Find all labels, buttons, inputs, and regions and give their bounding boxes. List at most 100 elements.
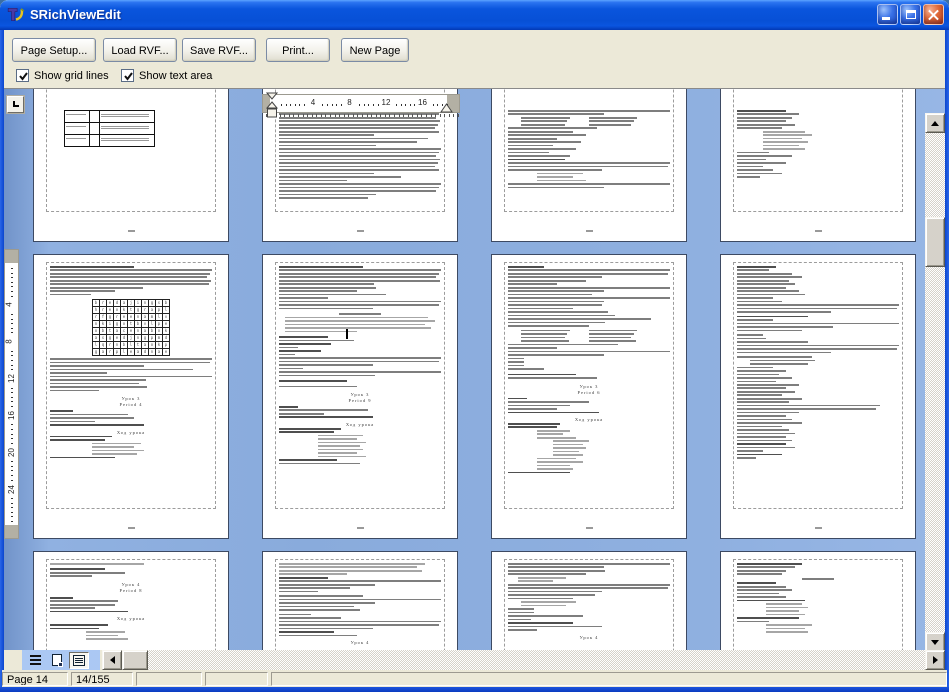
- list-view-icon: [30, 654, 41, 666]
- maximize-button[interactable]: [900, 4, 921, 25]
- text-line: [737, 370, 786, 372]
- text-line: [508, 308, 573, 310]
- text-line: [279, 368, 303, 370]
- horizontal-ruler[interactable]: 481216: [262, 94, 460, 113]
- text-line: [766, 624, 811, 626]
- centered-line: [802, 578, 834, 580]
- page-setup-button[interactable]: Page Setup...: [12, 38, 96, 62]
- text-line: [737, 301, 782, 303]
- page-thumbnail[interactable]: [720, 254, 916, 539]
- save-rvf-button[interactable]: Save RVF...: [182, 38, 256, 62]
- app-icon: [7, 6, 25, 24]
- ruler-subtick: [303, 114, 304, 117]
- text-line: [279, 364, 373, 366]
- text-line: [508, 141, 581, 143]
- text-line: [737, 276, 802, 278]
- text-line: [50, 568, 105, 570]
- new-page-button[interactable]: New Page: [341, 38, 409, 62]
- grid-cell: e: [107, 300, 114, 307]
- scroll-left-button[interactable]: [102, 650, 122, 670]
- page-thumbnail[interactable]: [33, 88, 229, 242]
- view-mode-panel: [22, 650, 100, 670]
- horizontal-scrollbar-thumb[interactable]: [122, 650, 148, 670]
- ruler-subtick: [321, 114, 322, 117]
- title-bar[interactable]: SRichViewEdit: [0, 0, 949, 30]
- page-thumbnail[interactable]: bredajingsbhreoktgraplrfgreenamlvnkigotb…: [33, 254, 229, 539]
- grid-cell: k: [163, 328, 170, 335]
- ruler-number: 16: [418, 98, 427, 107]
- grid-cell: d: [163, 335, 170, 342]
- ruler-subtick: [389, 114, 390, 117]
- text-line: [279, 294, 386, 296]
- load-rvf-button[interactable]: Load RVF...: [103, 38, 177, 62]
- document-workspace[interactable]: bredajingsbhreoktgraplrfgreenamlvnkigotb…: [4, 88, 945, 650]
- tab-type-selector[interactable]: [7, 96, 24, 113]
- scroll-right-button[interactable]: [925, 650, 945, 670]
- right-indent-marker[interactable]: [440, 103, 453, 113]
- page-thumbnail[interactable]: Урок 3Period 9Ход урока: [262, 254, 458, 539]
- text-line: [737, 269, 769, 271]
- ruler-tick: [11, 332, 13, 333]
- show-text-area-checkbox[interactable]: [121, 69, 134, 82]
- scroll-down-button[interactable]: [925, 632, 945, 652]
- text-line: [508, 608, 534, 610]
- page-thumbnail[interactable]: Урок 4: [262, 551, 458, 650]
- text-line: [318, 445, 360, 447]
- vertical-ruler[interactable]: 4812162024: [4, 249, 19, 539]
- text-line: [50, 597, 73, 599]
- table-cell: [100, 111, 155, 123]
- left-indent-marker[interactable]: [266, 92, 279, 119]
- page-thumbnail[interactable]: [720, 551, 916, 650]
- view-mode-list-button[interactable]: [25, 652, 45, 669]
- ruler-tick: [11, 286, 13, 287]
- page-number: [128, 527, 135, 529]
- text-line: [92, 453, 137, 455]
- grid-cell: p: [156, 321, 163, 328]
- view-mode-page-button[interactable]: [47, 652, 67, 669]
- grid-cell: n: [135, 335, 142, 342]
- vertical-scrollbar[interactable]: [925, 113, 945, 652]
- show-text-area-option[interactable]: Show text area: [121, 68, 212, 83]
- lesson-heading: Урок 4: [508, 635, 670, 641]
- show-grid-lines-option[interactable]: Show grid lines: [16, 68, 109, 83]
- page-thumbnail[interactable]: Урок 4Period 8Ход урока: [33, 551, 229, 650]
- window-controls: [875, 4, 944, 25]
- view-mode-framed-button[interactable]: [69, 652, 89, 669]
- ruler-tick: [11, 466, 13, 467]
- print-button[interactable]: Print...: [266, 38, 330, 62]
- horizontal-scrollbar-track[interactable]: [102, 650, 945, 670]
- grid-cell: l: [121, 349, 128, 356]
- grid-cell: a: [135, 349, 142, 356]
- ruler-subtick: [380, 114, 381, 117]
- text-line: [318, 456, 367, 458]
- page-thumbnail[interactable]: [491, 88, 687, 242]
- page-thumbnail[interactable]: Урок 4: [491, 551, 687, 650]
- ruler-tick: [11, 365, 13, 366]
- text-line: [737, 155, 792, 157]
- text-line: [737, 582, 776, 584]
- scroll-up-button[interactable]: [925, 113, 945, 133]
- text-line: [537, 465, 569, 467]
- close-button[interactable]: [923, 4, 944, 25]
- text-line: [279, 371, 441, 373]
- text-line: [279, 117, 436, 119]
- show-grid-lines-checkbox[interactable]: [16, 69, 29, 82]
- text-line: [508, 287, 670, 289]
- vertical-scrollbar-track[interactable]: [925, 113, 945, 652]
- minimize-button[interactable]: [877, 4, 898, 25]
- text-line: [508, 169, 602, 171]
- grid-cell: b: [121, 342, 128, 349]
- grid-cell: d: [121, 335, 128, 342]
- text-line: [279, 197, 368, 199]
- text-line: [737, 159, 766, 161]
- vertical-scrollbar-thumb[interactable]: [925, 217, 945, 267]
- grid-cell: e: [163, 321, 170, 328]
- check-icon: [18, 71, 29, 82]
- ruler-subtick: [371, 114, 372, 117]
- bottom-strip: [4, 650, 945, 670]
- ruler-subtick: [330, 114, 331, 117]
- text-line: [279, 290, 357, 292]
- page-thumbnail[interactable]: [720, 88, 916, 242]
- page-thumbnail[interactable]: Урок 3Period 6Ход урока: [491, 254, 687, 539]
- grid-cell: e: [128, 349, 135, 356]
